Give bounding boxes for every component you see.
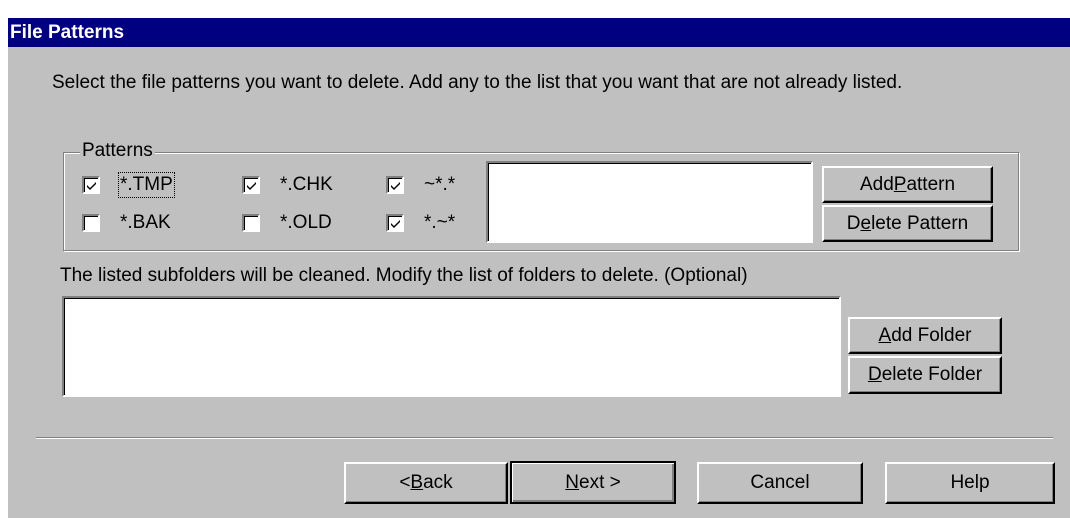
add-folder-label-rest: dd Folder: [891, 324, 972, 346]
folder-list[interactable]: [62, 296, 841, 397]
checkbox-tilde[interactable]: [386, 176, 404, 194]
add-folder-button[interactable]: Add Folder: [848, 317, 1002, 354]
patterns-group-label: Patterns: [80, 140, 155, 162]
checkbox-chk[interactable]: [242, 176, 260, 194]
checkbox-tilde-ext[interactable]: [386, 214, 404, 232]
back-button[interactable]: < Back: [344, 462, 508, 504]
pattern-label-tilde[interactable]: ~*.*: [424, 174, 455, 196]
dialog-title: File Patterns: [8, 18, 1070, 47]
delete-folder-accel: D: [867, 364, 882, 385]
cancel-button[interactable]: Cancel: [697, 462, 863, 504]
intro-text: Select the file patterns you want to del…: [52, 72, 903, 93]
folders-text: The listed subfolders will be cleaned. M…: [60, 265, 748, 286]
help-button[interactable]: Help: [885, 462, 1055, 504]
add-pattern-accel: P: [893, 173, 907, 195]
delete-pattern-button[interactable]: Delete Pattern: [822, 205, 993, 242]
back-label-rest: ack: [423, 472, 453, 493]
add-pattern-label: Add: [859, 173, 894, 195]
pattern-label-tmp[interactable]: *.TMP: [118, 172, 175, 198]
next-label-rest: ext >: [579, 471, 621, 493]
delete-folder-label-rest: elete Folder: [881, 364, 983, 385]
checkbox-tmp[interactable]: [82, 176, 100, 194]
pattern-list[interactable]: [486, 161, 813, 243]
add-folder-accel: A: [878, 324, 892, 346]
back-accel: B: [410, 472, 424, 493]
delete-pattern-label: D: [846, 212, 861, 234]
pattern-label-tilde-ext[interactable]: *.~*: [424, 212, 455, 234]
add-pattern-button[interactable]: Add Pattern: [822, 166, 993, 203]
delete-pattern-accel: e: [860, 212, 872, 234]
pattern-label-bak[interactable]: *.BAK: [120, 212, 171, 234]
footer-separator-highlight: [36, 438, 1053, 439]
add-pattern-label-rest: attern: [906, 173, 956, 195]
back-label: <: [399, 472, 411, 493]
pattern-label-chk[interactable]: *.CHK: [280, 174, 333, 196]
pattern-label-old[interactable]: *.OLD: [280, 212, 332, 234]
delete-folder-button[interactable]: Delete Folder: [848, 356, 1002, 394]
delete-pattern-label-rest: lete Pattern: [871, 212, 969, 234]
next-accel: N: [565, 471, 579, 493]
next-button[interactable]: Next >: [510, 461, 676, 504]
checkbox-old[interactable]: [242, 214, 260, 232]
checkbox-bak[interactable]: [82, 214, 100, 232]
